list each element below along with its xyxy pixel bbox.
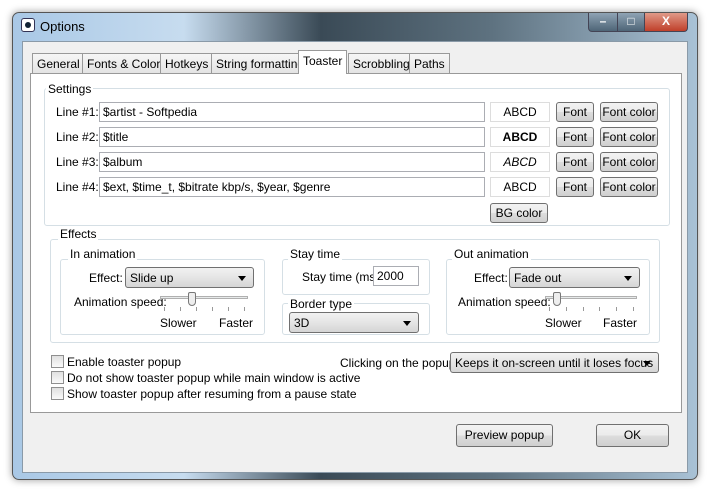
out-speed-slider[interactable]: [545, 292, 637, 316]
line-label: Line #4:: [56, 180, 99, 194]
in-speed-label: Animation speed:: [74, 295, 167, 309]
out-slower-label: Slower: [545, 316, 582, 330]
font-preview: ABCD: [490, 152, 550, 172]
tab-general[interactable]: General: [32, 53, 85, 73]
slider-tick: [549, 307, 550, 311]
close-button[interactable]: X: [644, 13, 688, 32]
in-slower-label: Slower: [160, 316, 197, 330]
option-label: Enable toaster popup: [67, 355, 182, 369]
slider-tick: [599, 307, 601, 311]
line-label: Line #2:: [56, 130, 99, 144]
settings-label: Settings: [46, 82, 94, 96]
tab-string-formatting[interactable]: String formatting: [211, 53, 310, 73]
option-checkbox[interactable]: [51, 371, 64, 384]
in-speed-slider[interactable]: [160, 292, 248, 316]
tab-toaster[interactable]: Toaster: [298, 50, 348, 74]
line-input[interactable]: $album: [99, 152, 485, 172]
font-color-button[interactable]: Font color: [600, 102, 658, 122]
preview-popup-button[interactable]: Preview popup: [456, 424, 553, 447]
in-animation-label: In animation: [68, 247, 138, 261]
font-color-button[interactable]: Font color: [600, 152, 658, 172]
out-faster-label: Faster: [603, 316, 638, 330]
out-effect-label: Effect:: [474, 271, 508, 285]
font-button[interactable]: Font: [556, 152, 594, 172]
font-button[interactable]: Font: [556, 102, 594, 122]
font-color-button[interactable]: Font color: [600, 177, 658, 197]
line-input[interactable]: $title: [99, 127, 485, 147]
border-type-select[interactable]: 3D: [289, 312, 419, 333]
in-effect-label: Effect:: [89, 271, 123, 285]
tab-paths[interactable]: Paths: [409, 53, 450, 73]
tab-scrobbling[interactable]: Scrobbling: [348, 53, 415, 73]
slider-thumb[interactable]: [188, 292, 196, 306]
click-action-select[interactable]: Keeps it on-screen until it loses focus: [450, 352, 659, 373]
in-effect-select[interactable]: Slide up: [125, 267, 254, 288]
font-button[interactable]: Font: [556, 177, 594, 197]
ok-button[interactable]: OK: [596, 424, 669, 447]
slider-tick: [196, 307, 197, 311]
app-icon: [21, 18, 35, 32]
slider-thumb[interactable]: [553, 292, 562, 306]
effects-label: Effects: [58, 227, 99, 241]
option-label: Do not show toaster popup while main win…: [67, 371, 361, 385]
line-label: Line #3:: [56, 155, 99, 169]
slider-tick: [633, 307, 634, 311]
stay-time-input[interactable]: 2000: [373, 266, 419, 286]
font-button[interactable]: Font: [556, 127, 594, 147]
slider-track: [160, 296, 248, 299]
stay-time-field-label: Stay time (ms):: [302, 270, 383, 284]
line-label: Line #1:: [56, 105, 99, 119]
line-input[interactable]: $ext, $time_t, $bitrate kbp/s, $year, $g…: [99, 177, 485, 197]
slider-tick: [616, 307, 618, 311]
maximize-button[interactable]: □: [617, 13, 645, 32]
font-preview: ABCD: [490, 177, 550, 197]
slider-tick: [582, 307, 584, 311]
tab-hotkeys[interactable]: Hotkeys: [160, 53, 214, 73]
font-color-button[interactable]: Font color: [600, 127, 658, 147]
line-input[interactable]: $artist - Softpedia: [99, 102, 485, 122]
slider-tick: [565, 307, 567, 311]
slider-tick: [164, 307, 165, 311]
bg-color-button[interactable]: BG color: [490, 203, 548, 223]
option-checkbox[interactable]: [51, 355, 64, 368]
option-label: Show toaster popup after resuming from a…: [67, 387, 357, 401]
option-checkbox[interactable]: [51, 387, 64, 400]
out-effect-select[interactable]: Fade out: [509, 267, 640, 288]
in-faster-label: Faster: [219, 316, 254, 330]
click-action-label: Clicking on the popup:: [340, 356, 459, 370]
stay-time-label: Stay time: [288, 247, 343, 261]
border-type-label: Border type: [288, 297, 355, 311]
slider-tick: [244, 307, 245, 311]
out-animation-label: Out animation: [452, 247, 531, 261]
window-title: Options: [40, 19, 85, 34]
out-speed-label: Animation speed:: [458, 295, 551, 309]
slider-tick: [212, 307, 213, 311]
slider-tick: [180, 307, 181, 311]
font-preview: ABCD: [490, 102, 550, 122]
font-preview: ABCD: [490, 127, 550, 147]
minimize-button[interactable]: –: [588, 13, 618, 32]
slider-tick: [228, 307, 229, 311]
tab-fonts-colors[interactable]: Fonts & Colors: [82, 53, 172, 73]
